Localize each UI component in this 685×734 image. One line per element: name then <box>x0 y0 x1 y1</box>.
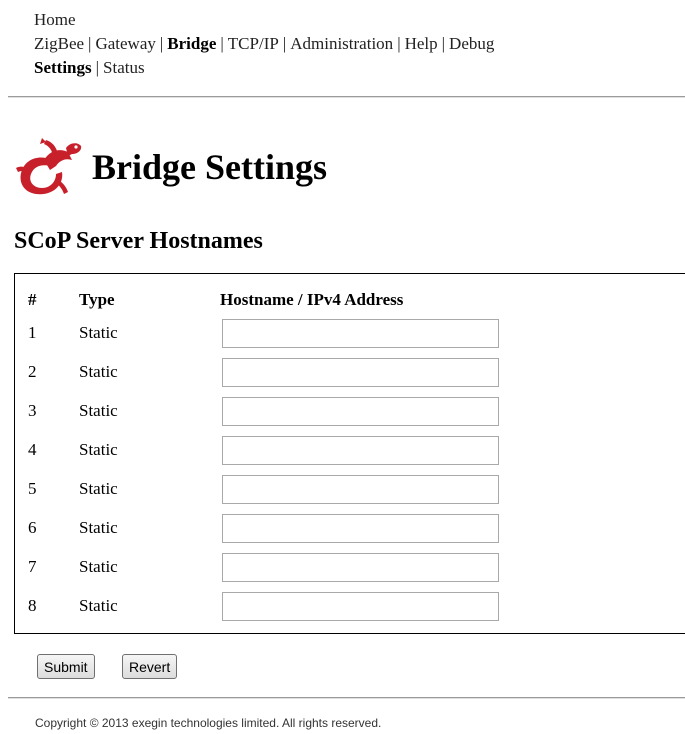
row-number: 1 <box>28 323 37 342</box>
row-type: Static <box>79 362 118 381</box>
nav-link-status[interactable]: Status <box>103 58 145 77</box>
nav-separator: | <box>282 34 287 53</box>
page-header: Bridge Settings <box>16 136 327 198</box>
row-number: 3 <box>28 401 37 420</box>
row-type: Static <box>79 401 118 420</box>
nav-separator: | <box>95 58 100 77</box>
nav-link-administration[interactable]: Administration <box>290 34 393 53</box>
row-type: Static <box>79 323 118 342</box>
row-number: 5 <box>28 479 37 498</box>
hostname-input-1[interactable] <box>222 319 499 348</box>
row-number: 6 <box>28 518 37 537</box>
row-type: Static <box>79 518 118 537</box>
nav-row-3: Settings | Status <box>34 56 494 80</box>
nav-link-debug[interactable]: Debug <box>449 34 494 53</box>
gecko-logo-icon <box>16 138 82 195</box>
row-number: 2 <box>28 362 37 381</box>
hostname-input-5[interactable] <box>222 475 499 504</box>
table-row: 3 Static <box>15 397 685 427</box>
table-row: 4 Static <box>15 436 685 466</box>
header-divider <box>8 96 685 98</box>
hostname-input-6[interactable] <box>222 514 499 543</box>
nav-row-2: ZigBee | Gateway | Bridge | TCP/IP | Administrat… <box>34 32 494 56</box>
row-type: Static <box>79 479 118 498</box>
nav-link-bridge[interactable]: Bridge <box>167 34 216 53</box>
hostname-input-8[interactable] <box>222 592 499 621</box>
table-row: 6 Static <box>15 514 685 544</box>
nav-link-help[interactable]: Help <box>405 34 438 53</box>
nav-separator: | <box>441 34 446 53</box>
column-header-hostname: Hostname / IPv4 Address <box>220 290 404 309</box>
table-row: 7 Static <box>15 553 685 583</box>
page-title: Bridge Settings <box>92 147 328 187</box>
row-type: Static <box>79 596 118 615</box>
row-number: 8 <box>28 596 37 615</box>
hostname-input-2[interactable] <box>222 358 499 387</box>
table-row: 1 Static <box>15 319 685 349</box>
hostname-input-7[interactable] <box>222 553 499 582</box>
hostname-input-4[interactable] <box>222 436 499 465</box>
submit-button[interactable]: Submit <box>37 654 95 679</box>
hostnames-table: # Type Hostname / IPv4 Address 1 Static … <box>14 273 685 634</box>
revert-button[interactable]: Revert <box>122 654 178 679</box>
hostname-input-3[interactable] <box>222 397 499 426</box>
row-number: 4 <box>28 440 37 459</box>
nav-separator: | <box>397 34 401 53</box>
column-header-type: Type <box>79 290 115 309</box>
table-row: 8 Static <box>15 592 685 622</box>
row-number: 7 <box>28 557 37 576</box>
nav-separator: | <box>159 34 164 53</box>
nav-separator: | <box>220 34 224 53</box>
nav-row-1: Home <box>34 8 494 32</box>
table-row: 5 Static <box>15 475 685 505</box>
nav-link-zigbee[interactable]: ZigBee <box>34 34 84 53</box>
top-navigation: Home ZigBee | Gateway | Bridge | TCP/IP | Admini… <box>34 8 494 80</box>
table-row: 2 Static <box>15 358 685 388</box>
row-type: Static <box>79 440 118 459</box>
nav-separator: | <box>88 34 92 53</box>
row-type: Static <box>79 557 118 576</box>
nav-link-home[interactable]: Home <box>34 10 76 29</box>
footer-divider <box>8 697 685 699</box>
nav-link-gateway[interactable]: Gateway <box>95 34 155 53</box>
nav-link-tcpip[interactable]: TCP/IP <box>228 34 279 53</box>
section-title: SCoP Server Hostnames <box>14 228 263 254</box>
nav-link-settings[interactable]: Settings <box>34 58 92 77</box>
column-header-number: # <box>28 290 37 309</box>
copyright-text: Copyright © 2013 exegin technologies lim… <box>35 716 382 730</box>
